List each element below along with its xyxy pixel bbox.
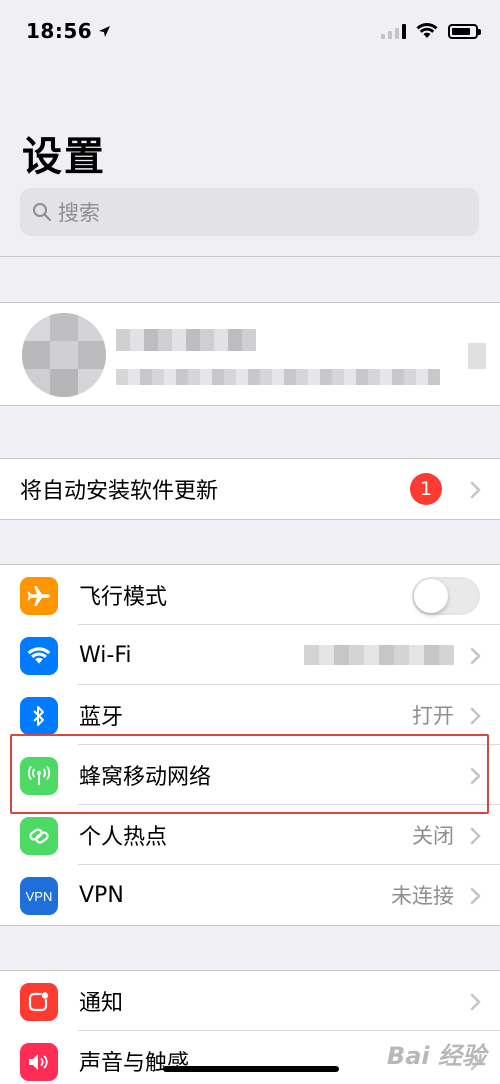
status-time: 18:56 xyxy=(26,19,111,43)
cellular-highlight-box xyxy=(10,734,489,814)
wifi-status-icon xyxy=(416,23,438,38)
battery-icon xyxy=(448,23,481,39)
wifi-network-redacted xyxy=(304,645,454,665)
airplane-mode-row: 飞行模式 xyxy=(0,565,500,625)
avatar xyxy=(22,313,106,397)
location-arrow-icon xyxy=(99,25,111,37)
apple-id-row[interactable] xyxy=(0,303,500,405)
hotspot-label: 个人热点 xyxy=(79,825,168,850)
account-detail-redacted xyxy=(116,369,440,385)
vpn-row[interactable]: VPN VPN 未连接 xyxy=(0,865,500,925)
airplane-mode-toggle[interactable] xyxy=(412,577,480,615)
chevron-right-icon xyxy=(470,827,481,845)
cell-signal-icon xyxy=(381,23,406,39)
software-update-label: 将自动安装软件更新 xyxy=(20,479,219,504)
bluetooth-label: 蓝牙 xyxy=(79,705,124,730)
update-count-badge: 1 xyxy=(410,473,442,505)
account-name-redacted xyxy=(116,329,256,351)
bluetooth-status: 打开 xyxy=(412,704,454,728)
wifi-row[interactable]: Wi-Fi xyxy=(0,625,500,685)
vpn-status: 未连接 xyxy=(391,884,454,908)
vpn-icon-text: VPN xyxy=(25,888,53,904)
notifications-label: 通知 xyxy=(79,991,124,1016)
vpn-label: VPN xyxy=(79,882,124,908)
hotspot-row[interactable]: 个人热点 关闭 xyxy=(0,805,500,865)
search-input[interactable]: 搜索 xyxy=(20,188,479,236)
page-title: 设置 xyxy=(22,134,106,180)
hotspot-status: 关闭 xyxy=(412,824,454,848)
notifications-row[interactable]: 通知 xyxy=(0,971,500,1031)
chevron-right-icon xyxy=(470,481,481,499)
watermark: Bai 经验 xyxy=(386,1042,486,1070)
search-placeholder: 搜索 xyxy=(58,201,100,225)
vpn-icon: VPN xyxy=(20,877,58,915)
airplane-mode-label: 飞行模式 xyxy=(79,585,168,610)
status-bar: 18:56 xyxy=(0,0,500,62)
chevron-right-icon xyxy=(470,887,481,905)
software-update-group: 将自动安装软件更新 1 xyxy=(0,458,500,520)
speaker-icon xyxy=(20,1043,58,1081)
hotspot-icon xyxy=(20,817,58,855)
airplane-icon xyxy=(20,577,58,615)
header-divider xyxy=(0,256,500,257)
search-icon xyxy=(33,203,52,222)
apple-id-group xyxy=(0,302,500,406)
notifications-icon xyxy=(20,983,58,1021)
software-update-row[interactable]: 将自动安装软件更新 1 xyxy=(0,459,500,519)
sounds-label: 声音与触感 xyxy=(79,1051,190,1076)
chevron-right-icon xyxy=(470,647,481,665)
status-indicators xyxy=(381,23,481,39)
wifi-label: Wi-Fi xyxy=(79,642,132,668)
chevron-right-icon xyxy=(470,707,481,725)
account-pixel-chevron xyxy=(468,343,486,369)
wifi-icon xyxy=(20,637,58,675)
bluetooth-icon xyxy=(20,697,58,735)
chevron-right-icon xyxy=(470,993,481,1011)
home-indicator[interactable] xyxy=(163,1066,339,1072)
status-time-text: 18:56 xyxy=(26,19,93,43)
